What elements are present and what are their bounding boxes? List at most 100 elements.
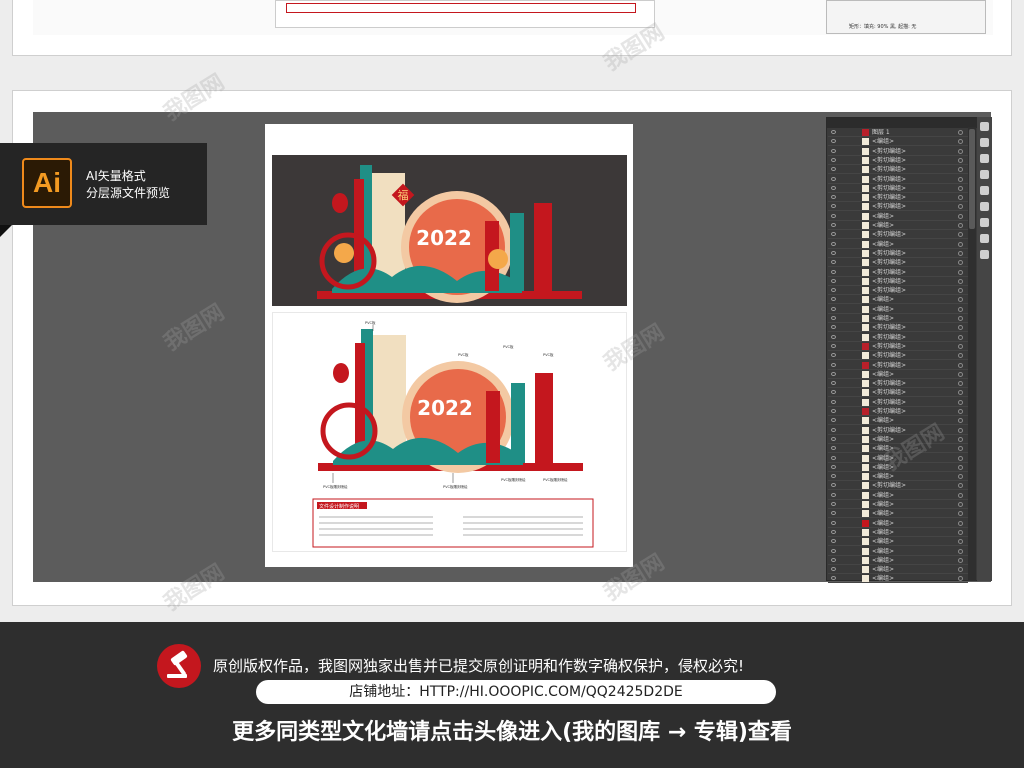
panel-tool-icon[interactable] [980,202,989,211]
target-circle-icon[interactable] [958,418,963,424]
visibility-eye-icon[interactable] [831,511,836,516]
panel-tool-icon[interactable] [980,250,989,259]
target-circle-icon[interactable] [958,520,963,526]
panel-tool-icon[interactable] [980,154,989,163]
visibility-eye-icon[interactable] [831,371,836,376]
layer-row[interactable]: <剪切编组> [828,268,968,277]
layer-row[interactable]: <剪切编组> [828,193,968,203]
target-circle-icon[interactable] [958,250,963,256]
visibility-eye-icon[interactable] [831,381,836,386]
target-circle-icon[interactable] [958,343,963,349]
visibility-eye-icon[interactable] [831,195,836,200]
layer-row[interactable]: <剪切编组> [828,286,968,296]
panel-tool-icon[interactable] [980,186,989,195]
target-circle-icon[interactable] [958,436,963,442]
target-circle-icon[interactable] [958,576,963,582]
visibility-eye-icon[interactable] [831,427,836,432]
target-circle-icon[interactable] [958,260,963,266]
panel-tool-icon[interactable] [980,234,989,243]
target-circle-icon[interactable] [958,241,963,247]
layer-row[interactable]: <编组> [828,509,968,519]
visibility-eye-icon[interactable] [831,539,836,544]
layer-row[interactable]: <编组> [828,305,968,314]
layer-row[interactable]: <编组> [828,528,968,537]
visibility-eye-icon[interactable] [831,464,836,469]
visibility-eye-icon[interactable] [831,390,836,395]
panel-tool-icon[interactable] [980,122,989,131]
target-circle-icon[interactable] [958,288,963,294]
layers-scrollbar[interactable] [968,127,976,581]
visibility-eye-icon[interactable] [831,288,836,293]
layer-row[interactable]: <编组> [828,574,968,584]
visibility-eye-icon[interactable] [831,529,836,534]
target-circle-icon[interactable] [958,548,963,554]
target-circle-icon[interactable] [958,157,963,163]
visibility-eye-icon[interactable] [831,176,836,181]
visibility-eye-icon[interactable] [831,334,836,339]
layer-row[interactable]: <编组> [828,221,968,230]
target-circle-icon[interactable] [958,334,963,340]
target-circle-icon[interactable] [958,316,963,321]
target-circle-icon[interactable] [958,539,963,545]
layer-row[interactable]: 图层 1 [828,128,968,137]
panel-tool-icon[interactable] [980,138,989,147]
layer-row[interactable]: <剪切编组> [828,175,968,184]
layer-row[interactable]: <剪切编组> [828,379,968,389]
visibility-eye-icon[interactable] [831,557,836,562]
target-circle-icon[interactable] [958,362,963,368]
layer-row[interactable]: <编组> [828,314,968,323]
visibility-eye-icon[interactable] [831,325,836,330]
target-circle-icon[interactable] [958,139,963,145]
visibility-eye-icon[interactable] [831,250,836,255]
target-circle-icon[interactable] [958,213,963,219]
layer-row[interactable]: <编组> [828,472,968,482]
layer-row[interactable]: <编组> [828,435,968,444]
layer-row[interactable]: <编组> [828,537,968,547]
layer-row[interactable]: <编组> [828,370,968,379]
target-circle-icon[interactable] [958,269,963,275]
target-circle-icon[interactable] [958,381,963,387]
layer-row[interactable]: <剪切编组> [828,426,968,435]
layer-row[interactable]: <编组> [828,500,968,509]
target-circle-icon[interactable] [958,502,963,507]
layer-row[interactable]: <编组> [828,565,968,575]
layer-row[interactable]: <编组> [828,444,968,454]
scroll-thumb[interactable] [969,129,975,229]
visibility-eye-icon[interactable] [831,241,836,246]
layer-row[interactable]: <编组> [828,454,968,463]
target-circle-icon[interactable] [958,297,963,303]
visibility-eye-icon[interactable] [831,409,836,413]
layer-row[interactable]: <剪切编组> [828,156,968,165]
layer-row[interactable]: <编组> [828,137,968,147]
shop-url-link[interactable]: 店铺地址：HTTP://HI.OOOPIC.COM/QQ2425D2DE [256,680,776,704]
target-circle-icon[interactable] [958,483,963,489]
target-circle-icon[interactable] [958,390,963,396]
layer-row[interactable]: <编组> [828,556,968,565]
visibility-eye-icon[interactable] [831,418,836,423]
layer-row[interactable]: <编组> [828,212,968,221]
target-circle-icon[interactable] [958,176,963,182]
visibility-eye-icon[interactable] [831,297,836,302]
visibility-eye-icon[interactable] [831,130,836,134]
target-circle-icon[interactable] [958,223,963,228]
visibility-eye-icon[interactable] [831,278,836,283]
target-circle-icon[interactable] [958,371,963,377]
target-circle-icon[interactable] [958,557,963,563]
layer-row[interactable]: <编组> [828,295,968,305]
album-cta[interactable]: 更多同类型文化墙请点击头像进入(我的图库 → 专辑)查看 [0,714,1024,746]
visibility-eye-icon[interactable] [831,223,836,227]
layer-row[interactable]: <剪切编组> [828,361,968,370]
layer-row[interactable]: <剪切编组> [828,202,968,212]
visibility-eye-icon[interactable] [831,436,836,441]
target-circle-icon[interactable] [958,325,963,331]
layer-row[interactable]: <剪切编组> [828,147,968,156]
target-circle-icon[interactable] [958,185,963,191]
visibility-eye-icon[interactable] [831,362,836,367]
target-circle-icon[interactable] [958,232,963,238]
layer-row[interactable]: <编组> [828,491,968,500]
visibility-eye-icon[interactable] [831,548,836,553]
visibility-eye-icon[interactable] [831,316,836,320]
target-circle-icon[interactable] [958,195,963,201]
target-circle-icon[interactable] [958,353,963,359]
visibility-eye-icon[interactable] [831,204,836,209]
